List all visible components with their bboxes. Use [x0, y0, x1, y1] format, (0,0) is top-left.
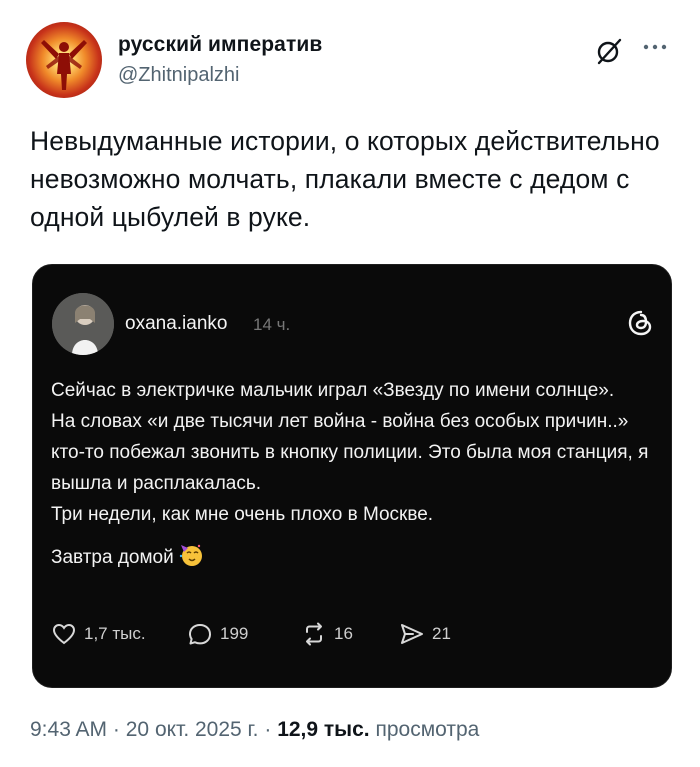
meta-separator: · — [112, 718, 120, 741]
share-send-icon — [401, 624, 423, 644]
like-action[interactable]: 1,7 тыс. — [51, 619, 146, 649]
embedded-paragraph: Сейчас в электричке мальчик играл «Звезд… — [51, 380, 615, 401]
embedded-paragraph-last: Завтра домой — [51, 542, 661, 573]
share-count: 21 — [432, 624, 451, 643]
embedded-text: Сейчас в электричке мальчик играл «Звезд… — [51, 375, 661, 573]
tweet-page: русский императив @Zhitnipalzhi Невыдума… — [0, 0, 700, 767]
views-label: просмотра — [375, 718, 480, 741]
embedded-actions: 1,7 тыс. 199 16 21 — [51, 619, 653, 649]
repost-icon — [306, 622, 322, 646]
views-count: 12,9 тыс. — [277, 718, 370, 741]
embedded-time: 14 ч. — [253, 315, 291, 334]
author-handle[interactable]: @Zhitnipalzhi — [118, 64, 239, 87]
embedded-post-image[interactable]: oxana.ianko 14 ч. Сейчас в электричке ма… — [32, 264, 672, 688]
embedded-paragraph: Завтра домой — [51, 547, 174, 568]
post-meta: 9:43 AM · 20 окт. 2025 г. · 12,9 тыс. пр… — [30, 718, 479, 742]
author-avatar[interactable] — [26, 22, 102, 98]
threads-icon — [627, 309, 655, 337]
grok-icon[interactable] — [594, 36, 624, 66]
embedded-author-avatar — [52, 293, 114, 355]
reply-action[interactable]: 199 — [187, 619, 248, 649]
reply-bubble-icon — [189, 624, 211, 645]
embedded-username: oxana.ianko — [125, 313, 228, 334]
tweet-header: русский императив @Zhitnipalzhi — [26, 22, 680, 102]
repost-count: 16 — [334, 624, 353, 643]
heart-icon — [52, 623, 76, 645]
partying-face-emoji-icon — [178, 542, 204, 568]
author-display-name[interactable]: русский императив — [118, 33, 322, 57]
post-date[interactable]: 20 окт. 2025 г. — [126, 718, 259, 741]
post-time[interactable]: 9:43 AM — [30, 718, 107, 741]
post-text: Невыдуманные истории, о которых действит… — [30, 126, 660, 232]
reply-count: 199 — [220, 624, 249, 643]
repost-action[interactable]: 16 — [301, 619, 353, 649]
embedded-paragraph: На словах «и две тысячи лет война - войн… — [51, 411, 649, 494]
avatar-figure-icon — [41, 40, 87, 90]
share-action[interactable]: 21 — [399, 619, 451, 649]
more-icon[interactable] — [638, 32, 672, 62]
meta-separator: · — [264, 718, 272, 741]
like-count: 1,7 тыс. — [84, 624, 146, 643]
embedded-paragraph: Три недели, как мне очень плохо в Москве… — [51, 504, 434, 525]
